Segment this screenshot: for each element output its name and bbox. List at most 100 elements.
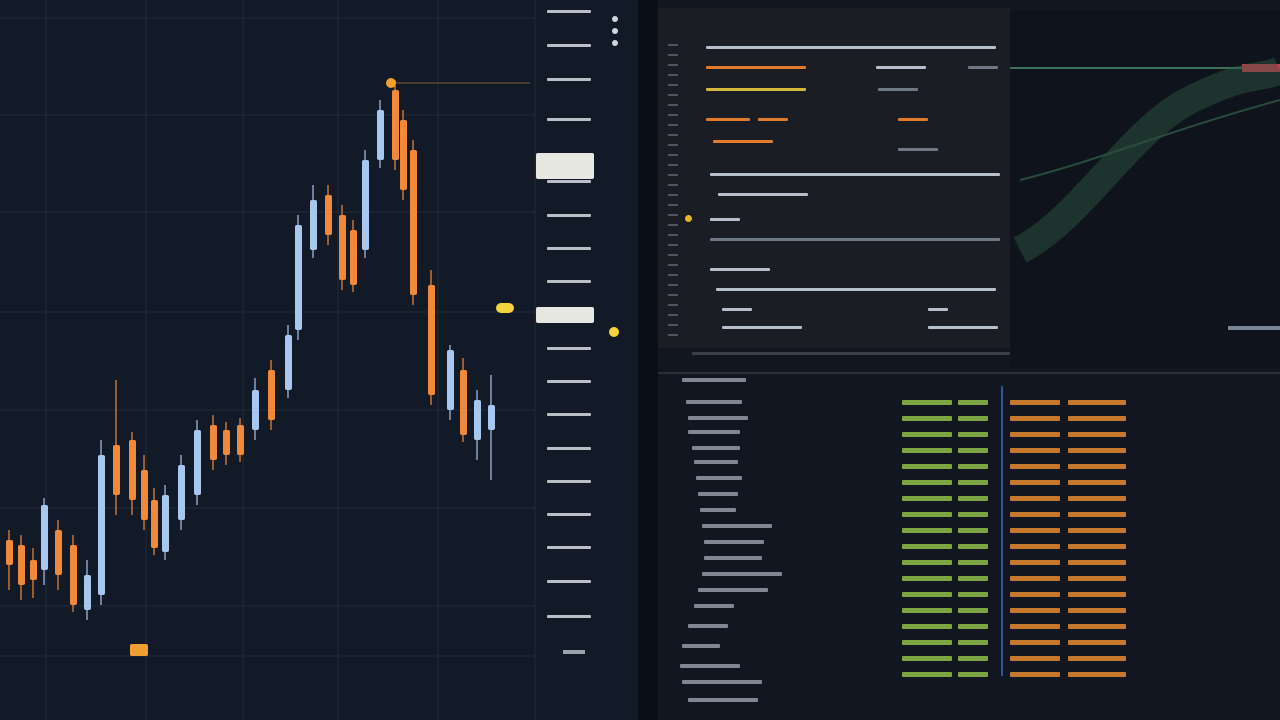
- output-cell: [1010, 624, 1060, 629]
- file-tree-item[interactable]: [688, 430, 740, 434]
- code-line: [716, 288, 996, 291]
- file-tree-item[interactable]: [694, 460, 738, 464]
- file-tree-item[interactable]: [694, 604, 734, 608]
- candle-body: [223, 430, 230, 455]
- output-cell: [902, 400, 952, 405]
- code-editor-pane[interactable]: [658, 0, 1280, 720]
- output-cell: [958, 560, 988, 565]
- output-cell: [1010, 656, 1060, 661]
- file-tree-item[interactable]: [704, 556, 762, 560]
- candle-body: [339, 215, 346, 280]
- code-line: [706, 46, 996, 49]
- price-axis-tick: [547, 580, 591, 583]
- mini-chart: [1010, 57, 1280, 330]
- output-cell: [902, 624, 952, 629]
- panel-separator[interactable]: [658, 372, 1280, 374]
- output-cell: [958, 432, 988, 437]
- candle-body: [18, 545, 25, 585]
- code-line: [876, 66, 926, 69]
- alert-dot: [609, 327, 619, 337]
- price-axis-tick: [547, 10, 591, 13]
- price-axis-tick: [547, 380, 591, 383]
- current-price-tag: [536, 307, 594, 323]
- file-tree-item[interactable]: [692, 446, 740, 450]
- output-cell: [1068, 624, 1126, 629]
- output-cell: [902, 416, 952, 421]
- candle-body: [194, 430, 201, 495]
- candle-body: [268, 370, 275, 420]
- code-line: [898, 118, 928, 121]
- candle-body: [474, 400, 481, 440]
- code-line: [710, 268, 770, 271]
- file-tree-item[interactable]: [704, 540, 764, 544]
- file-tree-item[interactable]: [698, 492, 738, 496]
- file-tree-item[interactable]: [702, 524, 772, 528]
- price-axis-tick: [547, 180, 591, 183]
- output-cell: [1068, 480, 1126, 485]
- file-tree-item[interactable]: [680, 664, 740, 668]
- pane-divider[interactable]: [638, 0, 658, 720]
- editor-window[interactable]: [658, 8, 1022, 355]
- candle-body: [285, 335, 292, 390]
- candle-body: [377, 110, 384, 160]
- price-axis-tick: [547, 615, 591, 618]
- output-cell: [958, 544, 988, 549]
- output-cell: [958, 496, 988, 501]
- code-line: [968, 66, 998, 69]
- file-tree-item[interactable]: [700, 508, 736, 512]
- file-tree-item[interactable]: [688, 416, 748, 420]
- file-tree-item[interactable]: [686, 400, 742, 404]
- output-cell: [1010, 528, 1060, 533]
- code-line: [898, 148, 938, 151]
- file-tree-item[interactable]: [682, 378, 746, 382]
- file-tree-item[interactable]: [682, 680, 762, 684]
- output-cell: [1068, 432, 1126, 437]
- file-tree-item[interactable]: [682, 644, 720, 648]
- output-cell: [902, 528, 952, 533]
- output-cell: [958, 448, 988, 453]
- output-cell: [1010, 480, 1060, 485]
- terminal-panel[interactable]: [658, 368, 1280, 720]
- price-axis-tick: [547, 44, 591, 47]
- price-axis-tick: [547, 118, 591, 121]
- price-axis-tick: [547, 347, 591, 350]
- output-cell: [902, 544, 952, 549]
- breakpoint-icon[interactable]: [685, 215, 692, 222]
- output-cell: [1068, 528, 1126, 533]
- output-cell: [958, 528, 988, 533]
- axis-corner-label: [563, 650, 585, 654]
- file-tree-item[interactable]: [696, 476, 742, 480]
- price-axis-tick: [547, 247, 591, 250]
- output-cell: [1010, 400, 1060, 405]
- price-tag-highlight: [536, 153, 594, 179]
- candlestick-chart[interactable]: [0, 0, 638, 720]
- output-cell: [902, 640, 952, 645]
- output-cell: [902, 480, 952, 485]
- output-cell: [902, 576, 952, 581]
- output-cell: [1068, 560, 1126, 565]
- file-tree-item[interactable]: [688, 624, 728, 628]
- output-cell: [1068, 544, 1126, 549]
- output-cell: [1068, 448, 1126, 453]
- mini-chart-panel[interactable]: [1010, 10, 1280, 370]
- chart-settings-icon[interactable]: [610, 14, 620, 58]
- code-line: [706, 88, 806, 91]
- candle-body: [350, 230, 357, 285]
- output-cell: [1010, 608, 1060, 613]
- output-cell: [1068, 512, 1126, 517]
- output-cell: [1010, 448, 1060, 453]
- candle-body: [84, 575, 91, 610]
- output-cell: [902, 448, 952, 453]
- editor-scrollbar[interactable]: [692, 352, 1022, 355]
- file-tree-item[interactable]: [688, 698, 758, 702]
- output-cell: [1010, 592, 1060, 597]
- price-chart-pane[interactable]: [0, 0, 638, 720]
- file-tree-item[interactable]: [698, 588, 768, 592]
- output-cell: [1010, 496, 1060, 501]
- candle-body: [6, 540, 13, 565]
- price-axis-tick: [547, 280, 591, 283]
- candle-body: [362, 160, 369, 250]
- candle-body: [151, 500, 158, 548]
- file-tree-item[interactable]: [702, 572, 782, 576]
- candle-body: [488, 405, 495, 430]
